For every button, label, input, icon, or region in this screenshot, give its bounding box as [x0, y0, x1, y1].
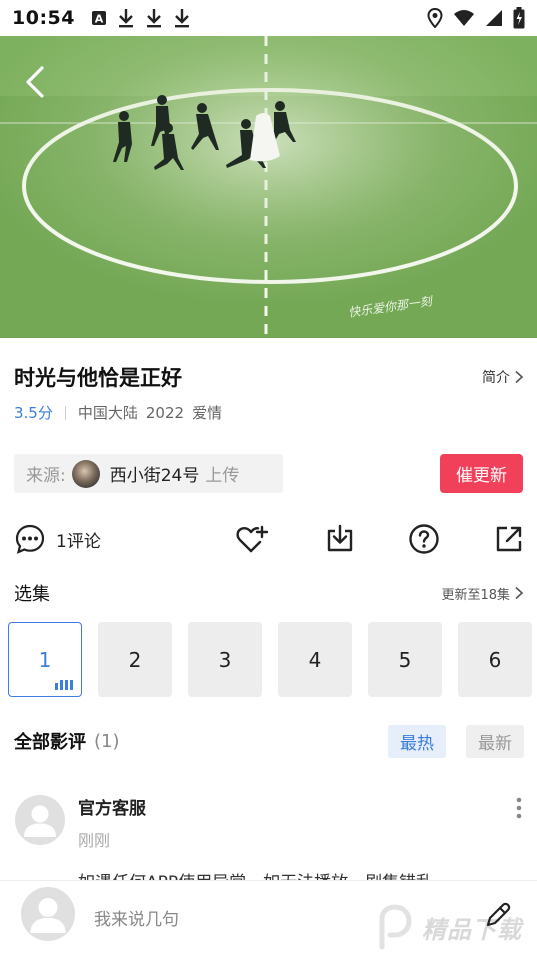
playing-bars-icon: [55, 680, 73, 690]
location-icon: [427, 8, 443, 28]
download-icon: [117, 8, 135, 28]
uploader-avatar: [71, 459, 100, 488]
episode-number: 2: [128, 647, 142, 672]
review-text: 如遇任何APP使用异常，如无法播放，剧集错乱: [78, 868, 433, 880]
episodes-more-link[interactable]: 更新至18集: [441, 584, 524, 603]
episode-item[interactable]: 3: [188, 622, 262, 697]
title-row: 时光与他恰是正好 简介: [14, 362, 524, 392]
video-player[interactable]: 快乐爱你那一刻: [0, 36, 537, 338]
score: 3.5分: [14, 404, 53, 422]
meta-row: 3.5分 中国大陆 2022 爱情: [14, 402, 230, 423]
watermark-logo-icon: [379, 904, 412, 950]
user-placeholder-icon: [24, 805, 56, 837]
region: 中国大陆: [77, 404, 138, 422]
signal-icon: [485, 9, 503, 27]
chevron-right-icon: [515, 586, 524, 600]
episode-item[interactable]: 5: [368, 622, 442, 697]
episode-number: 3: [218, 647, 232, 672]
intro-label: 简介: [482, 370, 510, 386]
source-box[interactable]: 来源: 西小街24号 上传: [14, 454, 283, 493]
my-avatar[interactable]: [21, 887, 75, 941]
favorite-button[interactable]: [235, 523, 269, 555]
uploader-name: 西小街24号: [109, 466, 200, 486]
more-vertical-icon: [516, 797, 522, 819]
heart-plus-icon: [236, 525, 269, 553]
comment-input[interactable]: 我来说几句: [94, 905, 179, 930]
episode-item[interactable]: 4: [278, 622, 352, 697]
svg-text:A: A: [95, 13, 104, 26]
comment-button[interactable]: 1评论: [14, 523, 101, 555]
urge-update-button[interactable]: 催更新: [440, 454, 523, 493]
episodes-header: 选集 更新至18集: [14, 580, 524, 606]
year: 2022: [145, 403, 185, 422]
share-icon: [496, 526, 522, 552]
wifi-icon: [453, 9, 475, 27]
share-button[interactable]: [493, 523, 525, 555]
comment-count: 1评论: [56, 531, 101, 552]
status-notification-icons: A: [91, 8, 191, 28]
episode-item[interactable]: 6: [458, 622, 532, 697]
chevron-left-icon: [26, 66, 44, 98]
comment-input-bar: 我来说几句 精品下载: [0, 880, 537, 956]
a-badge-icon: A: [91, 10, 107, 26]
download-button[interactable]: [324, 523, 356, 555]
intro-link[interactable]: 简介: [482, 367, 524, 387]
reviews-header: 全部影评 (1) 最热 最新: [14, 724, 524, 758]
status-time: 10:54: [12, 7, 75, 29]
download-icon: [327, 524, 353, 552]
episode-number: 6: [488, 647, 502, 672]
movie-detail-page: 10:54 A 快乐爱你那一刻 时光与他恰是正好 简介 3.5分 中国大陆 20…: [0, 0, 537, 956]
source-label: 来源:: [26, 466, 66, 486]
chevron-right-icon: [515, 370, 524, 384]
download-icon: [145, 8, 163, 28]
reviews-count: (1): [94, 730, 120, 752]
genre: 爱情: [192, 404, 223, 422]
review-item: 官方客服 刚刚 如遇任何APP使用异常，如无法播放，剧集错乱: [0, 790, 537, 880]
reviewer-name: 官方客服: [78, 799, 146, 819]
field-scene: [0, 36, 537, 338]
review-time: 刚刚: [78, 831, 111, 850]
sort-new-button[interactable]: 最新: [466, 724, 524, 758]
status-bar: 10:54 A: [0, 0, 537, 36]
back-button[interactable]: [20, 62, 52, 102]
meta-divider: [64, 405, 66, 420]
episode-list: 1 2 3 4 5 6: [8, 622, 532, 697]
sort-hot-button[interactable]: 最热: [388, 724, 446, 758]
reviewer-avatar[interactable]: [15, 795, 65, 845]
episodes-title: 选集: [14, 584, 50, 605]
user-placeholder-icon: [30, 898, 66, 933]
review-more-button[interactable]: [508, 796, 530, 820]
pen-icon: [486, 902, 511, 927]
download-icon: [173, 8, 191, 28]
episode-number: 4: [308, 647, 322, 672]
show-title: 时光与他恰是正好: [14, 366, 182, 390]
uploader-suffix: 上传: [205, 466, 240, 486]
help-button[interactable]: [408, 523, 440, 555]
episode-item[interactable]: 2: [98, 622, 172, 697]
status-system-icons: [427, 7, 525, 29]
action-bar: 1评论: [0, 516, 537, 562]
battery-icon: [513, 7, 525, 29]
comment-icon: [15, 524, 45, 554]
reviews-title: 全部影评: [14, 732, 86, 753]
episode-number: 5: [398, 647, 412, 672]
write-comment-button[interactable]: [482, 899, 514, 931]
update-status: 更新至18集: [441, 587, 510, 603]
episode-item[interactable]: 1: [8, 622, 82, 697]
episode-number: 1: [38, 647, 52, 672]
help-icon: [409, 524, 439, 554]
